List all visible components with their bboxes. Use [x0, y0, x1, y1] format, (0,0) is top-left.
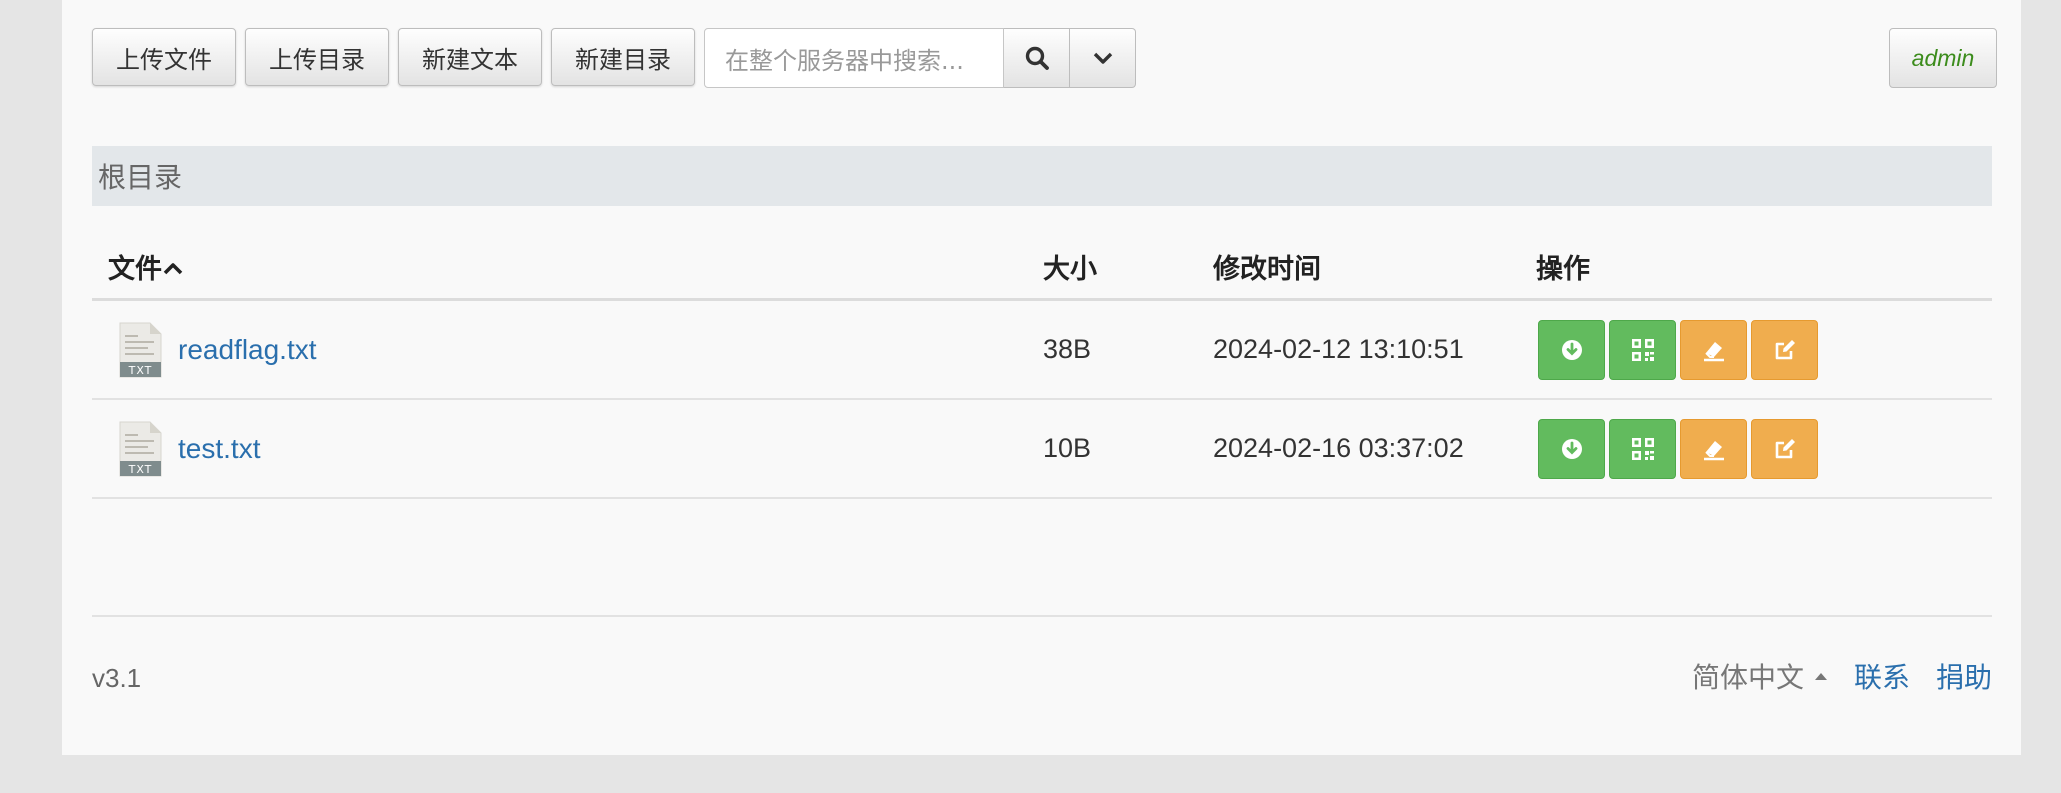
- caret-up-icon: [1814, 673, 1827, 680]
- search-icon: [1025, 46, 1049, 70]
- file-actions: [1536, 418, 1992, 479]
- search-button[interactable]: [1004, 28, 1070, 88]
- edit-button[interactable]: [1751, 418, 1818, 479]
- breadcrumb-root[interactable]: 根目录: [98, 156, 182, 196]
- edit-icon: [1775, 339, 1795, 359]
- sort-ascending-icon: [163, 262, 183, 274]
- breadcrumb: 根目录: [92, 146, 1992, 206]
- file-table: 文件 大小 修改时间 操作 TXT readflag.txt 38B 2024-…: [92, 234, 1992, 499]
- header-name[interactable]: 文件: [92, 247, 1043, 286]
- download-icon: [1561, 438, 1582, 459]
- file-link[interactable]: test.txt: [178, 433, 260, 465]
- new-text-button[interactable]: 新建文本: [398, 28, 542, 86]
- file-size: 10B: [1043, 433, 1092, 463]
- file-modified-time: 2024-02-16 03:37:02: [1213, 433, 1464, 463]
- txt-file-icon: TXT: [119, 421, 162, 476]
- chevron-down-icon: [1093, 52, 1112, 64]
- svg-text:TXT: TXT: [128, 463, 153, 476]
- txt-file-icon: TXT: [119, 322, 162, 377]
- rename-button[interactable]: [1680, 418, 1747, 479]
- file-modified-time: 2024-02-12 13:10:51: [1213, 334, 1464, 364]
- donate-link[interactable]: 捐助: [1936, 656, 1992, 696]
- search-input[interactable]: 在整个服务器中搜索...: [704, 28, 1004, 88]
- table-row: TXT readflag.txt 38B 2024-02-12 13:10:51: [92, 301, 1992, 400]
- file-size: 38B: [1043, 334, 1092, 364]
- user-button[interactable]: admin: [1889, 28, 1997, 88]
- language-label: 简体中文: [1691, 661, 1804, 694]
- language-selector[interactable]: 简体中文: [1692, 656, 1828, 696]
- new-directory-button[interactable]: 新建目录: [551, 28, 695, 86]
- footer-divider: [92, 615, 1992, 617]
- toolbar: 上传文件 上传目录 新建文本 新建目录 在整个服务器中搜索...: [92, 28, 1136, 88]
- download-icon: [1561, 339, 1582, 360]
- edit-icon: [1775, 438, 1795, 458]
- eraser-icon: [1703, 341, 1724, 361]
- version-label: v3.1: [92, 663, 142, 693]
- qrcode-button[interactable]: [1609, 418, 1676, 479]
- download-button[interactable]: [1538, 319, 1605, 380]
- table-row: TXT test.txt 10B 2024-02-16 03:37:02: [92, 400, 1992, 499]
- qrcode-button[interactable]: [1609, 319, 1676, 380]
- header-name-label: 文件: [108, 253, 162, 285]
- qrcode-icon: [1631, 437, 1654, 460]
- contact-link[interactable]: 联系: [1854, 656, 1910, 696]
- footer-links: 简体中文 联系 捐助: [1692, 656, 1992, 696]
- file-link[interactable]: readflag.txt: [178, 334, 317, 366]
- file-actions: [1536, 319, 1992, 380]
- upload-directory-button[interactable]: 上传目录: [245, 28, 389, 86]
- download-button[interactable]: [1538, 418, 1605, 479]
- main-panel: 上传文件 上传目录 新建文本 新建目录 在整个服务器中搜索... admin 根…: [62, 0, 2021, 755]
- qrcode-icon: [1631, 338, 1654, 361]
- eraser-icon: [1703, 440, 1724, 460]
- file-name-cell: TXT test.txt: [92, 421, 1043, 477]
- svg-text:TXT: TXT: [128, 364, 153, 377]
- rename-button[interactable]: [1680, 319, 1747, 380]
- file-name-cell: TXT readflag.txt: [92, 322, 1043, 378]
- header-ops: 操作: [1536, 253, 1590, 285]
- table-header: 文件 大小 修改时间 操作: [92, 234, 1992, 301]
- header-size[interactable]: 大小: [1043, 247, 1213, 286]
- edit-button[interactable]: [1751, 319, 1818, 380]
- header-time[interactable]: 修改时间: [1213, 247, 1536, 286]
- search-group: 在整个服务器中搜索...: [704, 28, 1136, 88]
- upload-file-button[interactable]: 上传文件: [92, 28, 236, 86]
- search-options-dropdown[interactable]: [1070, 28, 1136, 88]
